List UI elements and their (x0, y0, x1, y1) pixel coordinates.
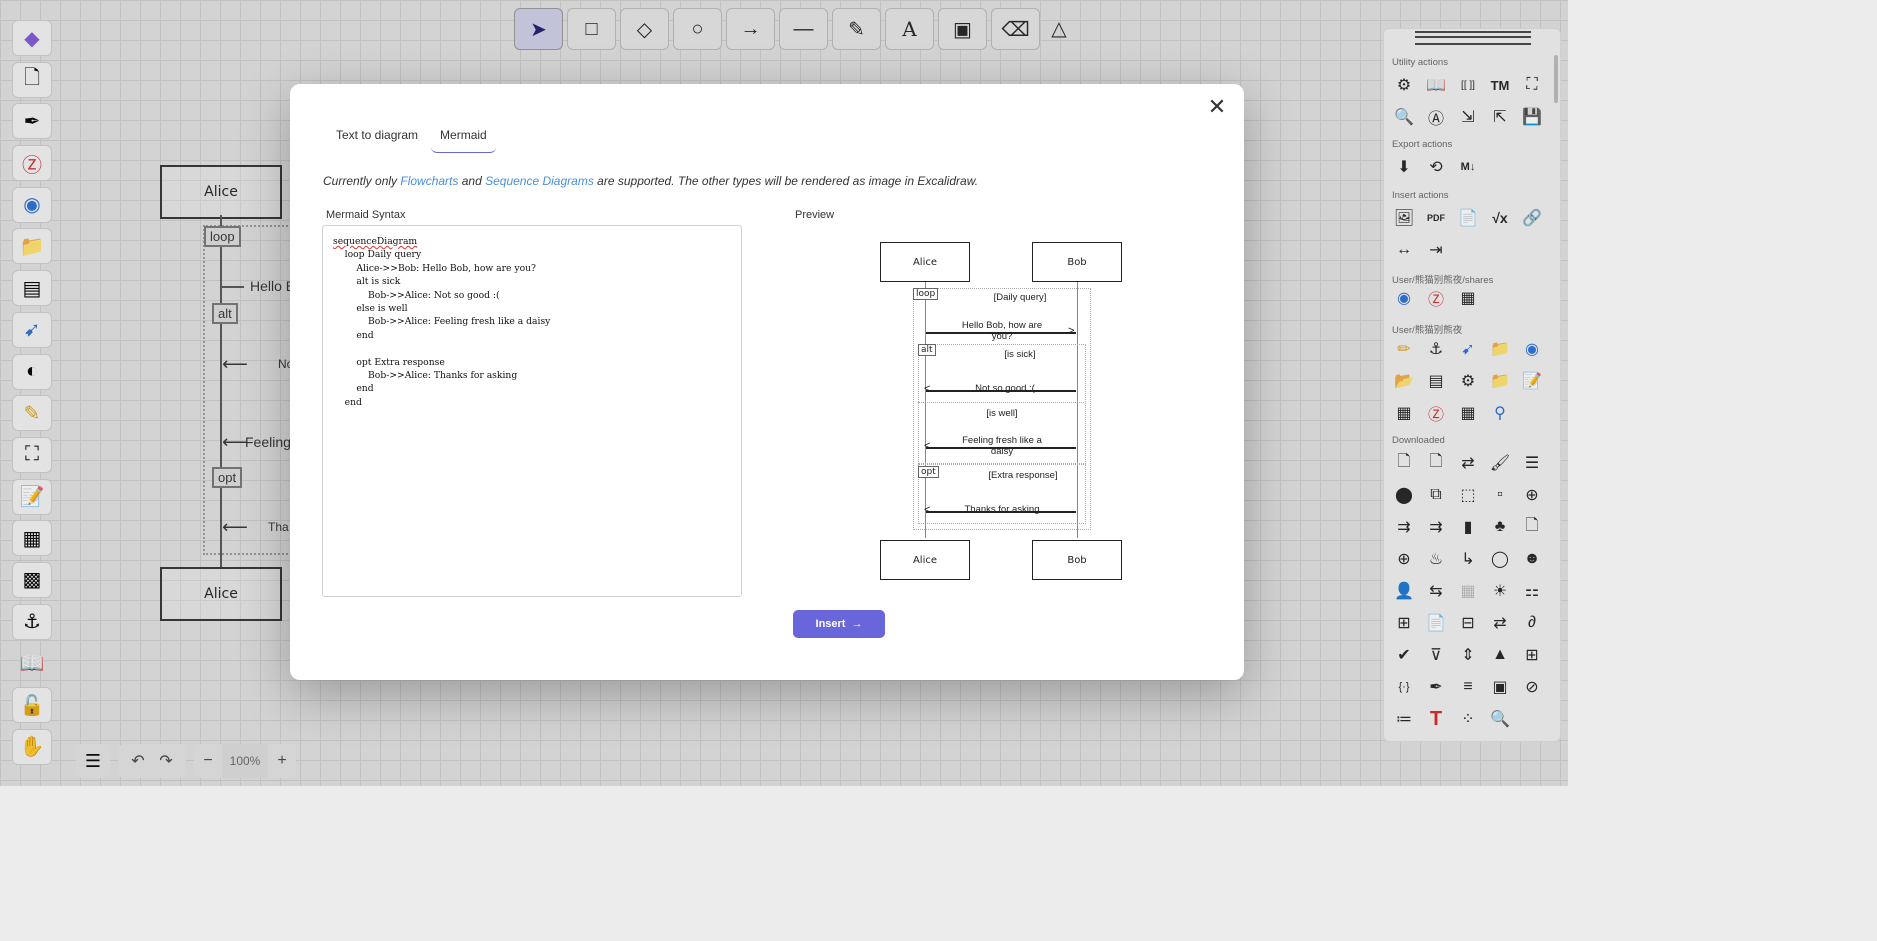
preview-actor-alice-top: Alice (880, 242, 970, 282)
preview-alt-label: [is sick] (1004, 349, 1036, 360)
preview-msg3-arrowhead-icon: < (924, 440, 931, 452)
syntax-label: Mermaid Syntax (326, 209, 406, 221)
preview-msg4-arrow (926, 511, 1076, 513)
preview-opt-label: [Extra response] (988, 470, 1058, 481)
preview-msg3-arrow (926, 447, 1076, 449)
preview-msg1: Hello Bob, how are you? (961, 320, 1043, 342)
mermaid-syntax-editor[interactable]: sequenceDiagram loop Daily query Alice->… (322, 225, 742, 597)
tab-text-to-diagram[interactable]: Text to diagram (327, 118, 427, 153)
preview-msg1-arrowhead-icon: > (1068, 325, 1075, 337)
text-to-diagram-dialog: ✕ Text to diagram Mermaid Currently only… (290, 84, 1244, 680)
preview-actor-alice-bottom: Alice (880, 540, 970, 580)
preview-msg3: Feeling fresh like a daisy (962, 435, 1042, 457)
preview-msg2: Not so good :( (975, 383, 1035, 394)
preview-loop-label: [Daily query] (993, 292, 1047, 303)
note-mid: and (458, 174, 486, 188)
sequence-diagrams-link[interactable]: Sequence Diagrams (485, 174, 594, 188)
dialog-tabs: Text to diagram Mermaid (327, 118, 500, 153)
else-divider (918, 402, 1084, 403)
arrow-right-icon: → (851, 618, 863, 630)
preview-else-label: [is well] (986, 408, 1018, 419)
preview-alt-tag: alt (918, 344, 936, 356)
code-body: loop Daily query Alice->>Bob: Hello Bob,… (344, 249, 551, 408)
support-note: Currently only Flowcharts and Sequence D… (323, 174, 978, 188)
preview-msg2-arrowhead-icon: < (924, 383, 931, 395)
code-first-line: sequenceDiagram (333, 236, 418, 247)
preview-msg4: Thanks for asking (964, 504, 1040, 515)
preview-msg4-arrowhead-icon: < (924, 504, 931, 516)
preview-actor-bob-top: Bob (1032, 242, 1122, 282)
close-icon[interactable]: ✕ (1206, 96, 1228, 118)
preview-opt-tag: opt (918, 466, 939, 478)
note-prefix: Currently only (323, 174, 401, 188)
insert-button[interactable]: Insert → (793, 610, 885, 638)
preview-msg1-arrow (926, 332, 1076, 334)
diagram-preview: Alice Bob loop [Daily query] Hello Bob, … (880, 240, 1124, 582)
note-suffix: are supported. The other types will be r… (593, 174, 979, 188)
preview-label: Preview (795, 209, 835, 221)
preview-msg2-arrow (926, 390, 1076, 392)
preview-actor-bob-bottom: Bob (1032, 540, 1122, 580)
preview-loop-tag: loop (913, 288, 939, 300)
mermaid-code[interactable]: sequenceDiagram loop Daily query Alice->… (323, 226, 741, 418)
flowcharts-link[interactable]: Flowcharts (400, 174, 458, 188)
tab-mermaid[interactable]: Mermaid (431, 118, 496, 153)
insert-label: Insert (815, 618, 846, 630)
